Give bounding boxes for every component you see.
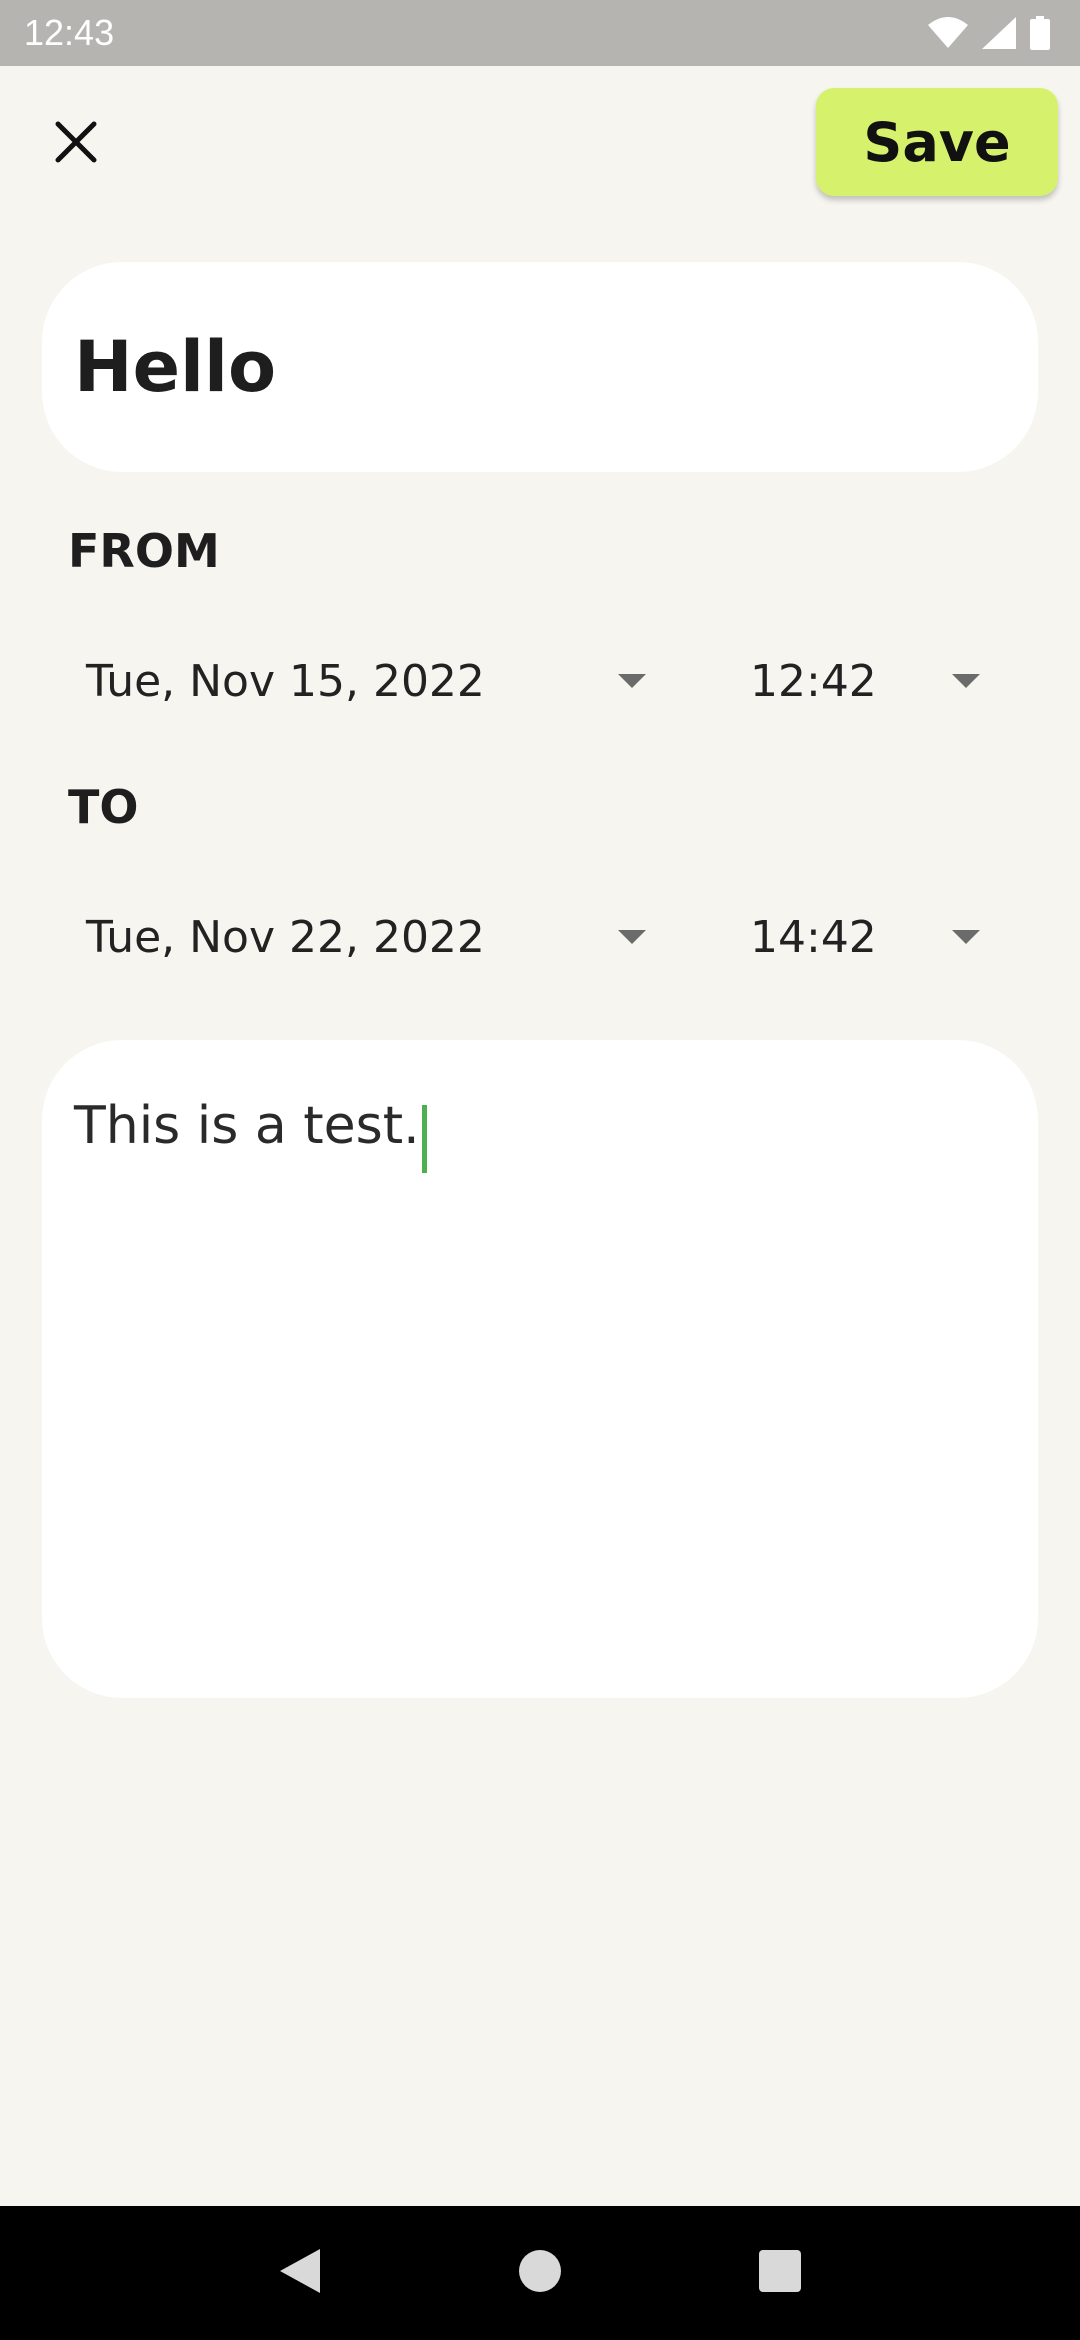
from-time-value: 12:42	[750, 655, 877, 707]
back-icon	[278, 2247, 322, 2299]
chevron-down-icon	[618, 930, 646, 944]
event-title: Hello	[74, 326, 277, 408]
chevron-down-icon	[952, 674, 980, 688]
notes-text: This is a test.	[74, 1096, 420, 1156]
from-time-dropdown[interactable]: 12:42	[750, 646, 980, 716]
status-time: 12:43	[24, 12, 115, 53]
home-button[interactable]	[500, 2233, 580, 2313]
to-time-dropdown[interactable]: 14:42	[750, 902, 980, 972]
battery-icon	[1030, 16, 1050, 50]
to-date-value: Tue, Nov 22, 2022	[86, 911, 485, 963]
from-date-value: Tue, Nov 15, 2022	[86, 655, 485, 707]
status-icons	[928, 16, 1050, 50]
save-button[interactable]: Save	[816, 88, 1058, 196]
wifi-icon	[928, 17, 968, 49]
chevron-down-icon	[618, 674, 646, 688]
text-cursor	[421, 1104, 427, 1173]
chevron-down-icon	[952, 930, 980, 944]
from-label: FROM	[68, 524, 220, 578]
status-bar: 12:43	[0, 0, 1080, 66]
to-label: TO	[68, 780, 139, 834]
close-button[interactable]	[44, 112, 108, 176]
home-icon	[518, 2249, 562, 2297]
to-date-dropdown[interactable]: Tue, Nov 22, 2022	[86, 902, 646, 972]
notes-field[interactable]: This is a test.	[42, 1040, 1038, 1698]
recents-icon	[759, 2250, 801, 2296]
back-button[interactable]	[260, 2233, 340, 2313]
to-time-value: 14:42	[750, 911, 877, 963]
navigation-bar	[0, 2206, 1080, 2340]
close-icon	[54, 120, 98, 168]
recents-button[interactable]	[740, 2233, 820, 2313]
title-field[interactable]: Hello	[42, 262, 1038, 472]
from-date-dropdown[interactable]: Tue, Nov 15, 2022	[86, 646, 646, 716]
cellular-signal-icon	[982, 17, 1016, 49]
